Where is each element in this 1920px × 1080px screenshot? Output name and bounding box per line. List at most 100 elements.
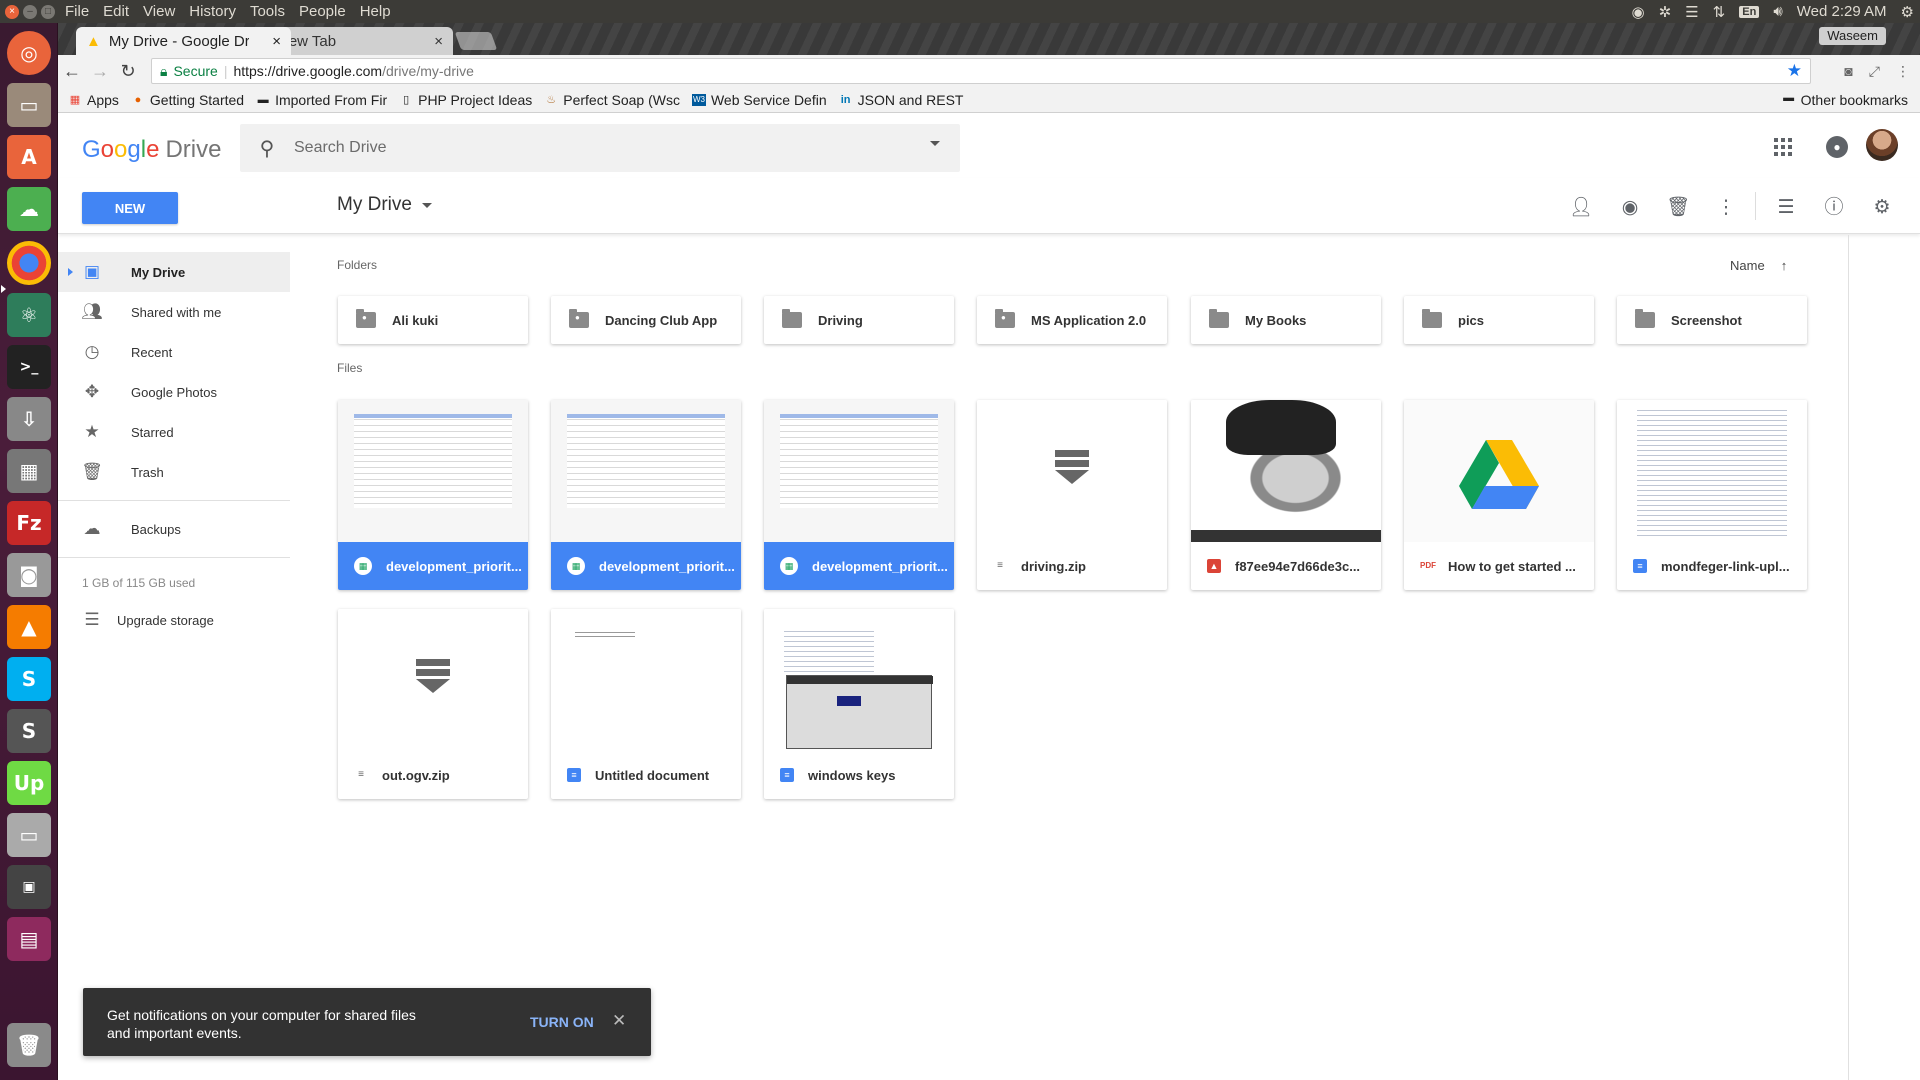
network-icon[interactable]: ⇅: [1713, 3, 1726, 21]
preview-eye-icon[interactable]: ◉: [1618, 196, 1642, 220]
profile-button[interactable]: Waseem: [1819, 27, 1886, 45]
avatar[interactable]: [1866, 129, 1898, 161]
list-view-icon[interactable]: ☰: [1774, 196, 1798, 220]
breadcrumb[interactable]: My Drive: [337, 194, 432, 216]
file-tile[interactable]: ▲ f87ee94e7d66de3c...: [1191, 400, 1381, 590]
google-drive-logo[interactable]: Google Drive: [82, 136, 221, 164]
folder-tile[interactable]: pics: [1404, 296, 1594, 344]
chrome-menu-icon[interactable]: ⋮: [1896, 63, 1910, 80]
file-tile[interactable]: ▦ development_priorit...: [338, 400, 528, 590]
folder-tile[interactable]: MS Application 2.0: [977, 296, 1167, 344]
close-tab-icon[interactable]: ×: [272, 33, 281, 50]
google-apps-icon[interactable]: [1774, 138, 1792, 156]
file-tile[interactable]: ≡ mondfeger-link-upl...: [1617, 400, 1807, 590]
close-tab-icon[interactable]: ×: [434, 33, 443, 50]
new-tab-button[interactable]: [454, 32, 498, 50]
url-input[interactable]: 🔒︎ Secure | https://drive.google.com/dri…: [151, 58, 1811, 84]
menu-people[interactable]: People: [298, 3, 347, 20]
chrome-icon[interactable]: [7, 241, 51, 285]
software-center-icon[interactable]: A: [7, 135, 51, 179]
tab-my-drive[interactable]: ▲ My Drive - Google Dr ×: [76, 27, 291, 55]
upwork-icon[interactable]: Up: [7, 761, 51, 805]
power-icon[interactable]: ⚙: [1901, 3, 1914, 21]
workspace-icon[interactable]: ▣: [7, 865, 51, 909]
sidebar-item-trash[interactable]: 🗑︎ Trash: [58, 452, 294, 492]
forward-icon[interactable]: →: [86, 61, 114, 82]
vlc-icon[interactable]: ▲: [7, 605, 51, 649]
sort-ascending-icon[interactable]: ↑: [1781, 258, 1788, 273]
maximize-window-icon[interactable]: □: [41, 4, 55, 19]
info-icon[interactable]: ⓘ: [1822, 196, 1846, 220]
bookmark-getting-started[interactable]: ● Getting Started: [131, 92, 245, 108]
menu-edit[interactable]: Edit: [102, 3, 130, 20]
downloader-icon[interactable]: ⇩: [7, 397, 51, 441]
folder-tile[interactable]: Ali kuki: [338, 296, 528, 344]
terminal-icon[interactable]: >_: [7, 345, 51, 389]
drive-device-icon[interactable]: ▭: [7, 813, 51, 857]
sidebar-item-recent[interactable]: ◷ Recent: [58, 332, 294, 372]
sidebar-item-backups[interactable]: ☁ Backups: [58, 509, 294, 549]
upgrade-storage-link[interactable]: ☰ Upgrade storage: [58, 600, 294, 640]
minimize-window-icon[interactable]: –: [23, 4, 37, 19]
close-icon[interactable]: ✕: [612, 1011, 626, 1031]
sidebar-item-my-drive[interactable]: ▣ My Drive: [58, 252, 290, 292]
sort-control[interactable]: Name ↑: [1730, 258, 1787, 273]
window-manager-icon[interactable]: ▤: [7, 917, 51, 961]
delete-trash-icon[interactable]: 🗑︎: [1666, 196, 1690, 220]
file-tile[interactable]: ≡ out.ogv.zip: [338, 609, 528, 799]
other-bookmarks[interactable]: ▬ Other bookmarks: [1782, 92, 1908, 108]
ubuntu-dash-icon[interactable]: ◎: [7, 31, 51, 75]
bookmark-json-rest[interactable]: in JSON and REST: [839, 92, 964, 108]
search-icon[interactable]: ⚲: [240, 136, 294, 161]
menu-history[interactable]: History: [188, 3, 237, 20]
menu-tools[interactable]: Tools: [249, 3, 286, 20]
file-tile[interactable]: ≡ windows keys: [764, 609, 954, 799]
menu-view[interactable]: View: [142, 3, 176, 20]
settings-gear-icon[interactable]: ⚙: [1870, 196, 1894, 220]
back-icon[interactable]: ←: [58, 61, 86, 82]
sidebar-item-starred[interactable]: ★ Starred: [58, 412, 294, 452]
bookmark-star-icon[interactable]: ★: [1787, 61, 1802, 81]
bookmark-imported[interactable]: ▬ Imported From Fir: [256, 92, 388, 108]
slack-icon[interactable]: S: [7, 709, 51, 753]
tab-new-tab[interactable]: New Tab ×: [268, 27, 453, 55]
skype-icon[interactable]: S: [7, 657, 51, 701]
camera-icon[interactable]: ◙: [7, 553, 51, 597]
expand-triangle-icon[interactable]: [68, 268, 73, 276]
file-tile[interactable]: ▦ development_priorit...: [551, 400, 741, 590]
volume-icon[interactable]: 🔊︎: [1773, 3, 1782, 20]
bookmark-web-service[interactable]: W3 Web Service Defin: [691, 92, 827, 108]
file-tile[interactable]: PDF How to get started ...: [1404, 400, 1594, 590]
folder-tile[interactable]: Dancing Club App: [551, 296, 741, 344]
menu-help[interactable]: Help: [359, 3, 392, 20]
list-tray-icon[interactable]: ☰: [1685, 3, 1698, 21]
atom-icon[interactable]: ⚛: [7, 293, 51, 337]
folder-tile[interactable]: Driving: [764, 296, 954, 344]
file-tile[interactable]: ≡ driving.zip: [977, 400, 1167, 590]
cast-extension-icon[interactable]: ⤢: [1869, 63, 1880, 80]
search-options-icon[interactable]: [930, 141, 940, 146]
new-button[interactable]: NEW: [82, 192, 178, 224]
files-icon[interactable]: ▭: [7, 83, 51, 127]
close-window-icon[interactable]: ×: [5, 4, 19, 19]
folder-tile[interactable]: My Books: [1191, 296, 1381, 344]
keyboard-language[interactable]: En: [1739, 5, 1760, 18]
settings-tray-icon[interactable]: ✲: [1659, 3, 1672, 21]
bookmark-perfect-soap[interactable]: ♨ Perfect Soap (Wsc: [544, 92, 680, 108]
cloud-app-icon[interactable]: ☁: [7, 187, 51, 231]
file-tile[interactable]: ▦ development_priorit...: [764, 400, 954, 590]
menu-file[interactable]: File: [64, 3, 90, 20]
camera-extension-icon[interactable]: ◙: [1844, 63, 1852, 80]
notifications-icon[interactable]: ●: [1826, 136, 1848, 158]
share-person-icon[interactable]: 👤︎: [1569, 196, 1593, 220]
calculator-icon[interactable]: ▦: [7, 449, 51, 493]
search-input[interactable]: [294, 139, 894, 157]
sidebar-item-photos[interactable]: ✥ Google Photos: [58, 372, 294, 412]
bookmark-apps[interactable]: ▦ Apps: [68, 92, 119, 108]
folder-tile[interactable]: Screenshot: [1617, 296, 1807, 344]
reload-icon[interactable]: ↻: [114, 61, 142, 82]
sidebar-item-shared[interactable]: 👥︎ Shared with me: [58, 292, 294, 332]
filezilla-icon[interactable]: Fz: [7, 501, 51, 545]
bookmark-php-ideas[interactable]: ▯ PHP Project Ideas: [399, 92, 532, 108]
file-tile[interactable]: ≡ Untitled document: [551, 609, 741, 799]
